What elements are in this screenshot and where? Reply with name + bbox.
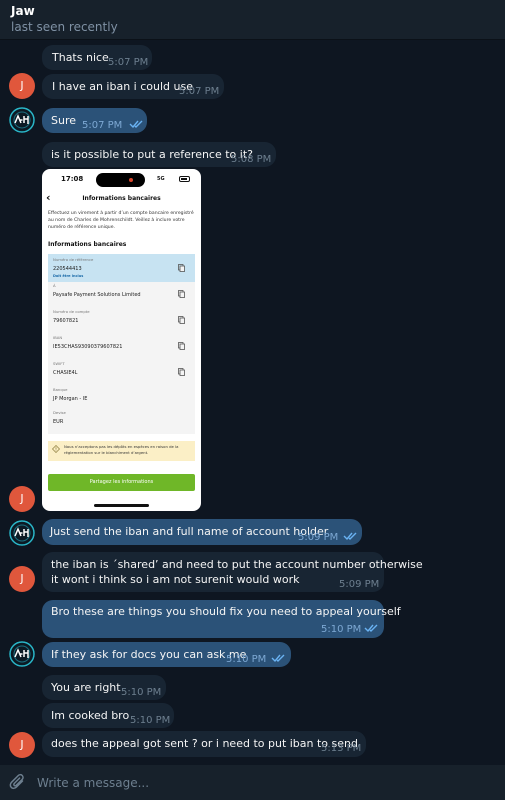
message-input[interactable] [37,773,477,793]
detail-value: JP Morgan - IE [53,396,88,402]
message-bubble[interactable]: Im cooked bro 5:10 PM [42,703,174,728]
message-time: 5:13 PM [321,743,362,754]
detail-label: À [53,283,56,288]
phone-clock: 17:08 [61,175,84,183]
message-time: 5:10 PM [321,624,362,635]
message-time: 5:07 PM [108,57,149,68]
message-text: Im cooked bro [51,709,130,722]
message-time: 5:07 PM [179,86,220,97]
detail-label: Devise [53,410,66,415]
warning-icon [52,445,60,453]
message-text: the iban is ´shared’ and need to put the… [51,558,423,571]
detail-label: Numéro de référence [53,257,94,262]
message-bubble[interactable]: the iban is ´shared’ and need to put the… [42,552,423,592]
screenshot-description: Effectuez un virement à partir d’un comp… [48,211,194,230]
message-bubble[interactable]: Bro these are things you should fix you … [42,600,401,638]
avatar[interactable] [9,520,35,546]
bank-details-screenshot[interactable]: 17:08 5G ‹ Informations bancaires Effect… [42,169,201,511]
bank-details-card: Numéro de référence 220544413 Doit être … [48,254,195,434]
message-bubble[interactable]: Thats nice 5:07 PM [42,45,152,70]
logo-icon [9,641,35,667]
share-info-button: Partagez les informations [48,474,195,491]
message-text: I have an iban i could use [52,80,193,93]
notice-box: Nous n’acceptons pas les dépôts en espèc… [48,441,195,461]
screenshot-section-title: Informations bancaires [48,241,127,248]
message-text: Sure [51,114,77,127]
double-check-icon [364,624,378,633]
logo-icon [9,520,35,546]
notice-text: Nous n’acceptons pas les dépôts en espèc… [64,444,179,455]
detail-row: SWIFT CHASIE4L [48,358,195,386]
message-time: 5:10 PM [130,715,171,726]
copy-icon [178,316,185,324]
message-time: 5:07 PM [82,120,123,131]
detail-label: IBAN [53,335,63,340]
logo-icon [9,107,35,133]
detail-value: Paysafe Payment Solutions Limited [53,292,141,298]
battery-icon [179,176,190,182]
message-bubble[interactable]: You are right 5:10 PM [42,675,166,700]
message-time: 5:08 PM [231,154,272,165]
avatar[interactable]: J [9,486,35,512]
detail-label: SWIFT [53,361,65,366]
double-check-icon [129,120,143,129]
message-bubble[interactable]: does the appeal got sent ? or i need to … [42,731,366,757]
screenshot-title: Informations bancaires [82,195,161,202]
detail-row: Numéro de compte 79607821 [48,306,195,334]
home-indicator [94,504,149,507]
network-indicator: 5G [157,176,165,182]
detail-row: IBAN IE53CHAS93090379607821 [48,332,195,360]
avatar[interactable]: J [9,566,35,592]
detail-value: 220544413 [53,266,82,272]
message-time: 5:10 PM [121,687,162,698]
message-bubble[interactable]: I have an iban i could use 5:07 PM [42,74,224,99]
message-time: 5:09 PM [298,532,339,543]
message-bubble[interactable]: Sure 5:07 PM [42,108,147,133]
avatar[interactable] [9,641,35,667]
message-composer [0,765,505,800]
avatar[interactable]: J [9,73,35,99]
avatar[interactable]: J [9,732,35,758]
avatar[interactable] [9,107,35,133]
double-check-icon [271,654,285,663]
message-text: Bro these are things you should fix you … [51,605,401,618]
dynamic-island [96,173,145,187]
detail-value: CHASIE4L [53,370,78,376]
message-bubble[interactable]: is it possible to put a reference to it?… [42,142,276,167]
phone-status-bar: 17:08 5G [42,169,201,191]
message-text: If they ask for docs you can ask me [51,648,247,661]
copy-icon [178,368,185,376]
contact-status: last seen recently [11,20,118,34]
detail-row: À Paysafe Payment Solutions Limited [48,280,195,308]
message-time: 5:10 PM [226,654,267,665]
detail-value: EUR [53,419,64,425]
contact-name: Jaw [11,4,35,18]
detail-label: Banque [53,387,68,392]
message-bubble[interactable]: If they ask for docs you can ask me 5:10… [42,642,291,667]
message-text: does the appeal got sent ? or i need to … [51,737,358,750]
detail-row: Devise EUR [48,407,195,435]
double-check-icon [343,532,357,541]
message-text: You are right [51,681,121,694]
detail-value: 79607821 [53,318,79,324]
detail-label: Numéro de compte [53,309,90,314]
message-time: 5:09 PM [339,579,380,590]
detail-note: Doit être inclus [53,274,84,278]
message-bubble[interactable]: Just send the iban and full name of acco… [42,519,362,545]
message-text: Thats nice [52,51,109,64]
paperclip-icon[interactable] [9,773,27,792]
chat-header[interactable]: Jaw last seen recently [0,0,505,40]
copy-icon [178,264,185,272]
message-text: it wont i think so i am not surenit woul… [51,573,300,586]
detail-row: Numéro de référence 220544413 Doit être … [48,254,195,282]
copy-icon [178,290,185,298]
detail-value: IE53CHAS93090379607821 [53,344,123,350]
message-text: Just send the iban and full name of acco… [50,525,329,538]
message-text: is it possible to put a reference to it? [51,148,253,161]
copy-icon [178,342,185,350]
